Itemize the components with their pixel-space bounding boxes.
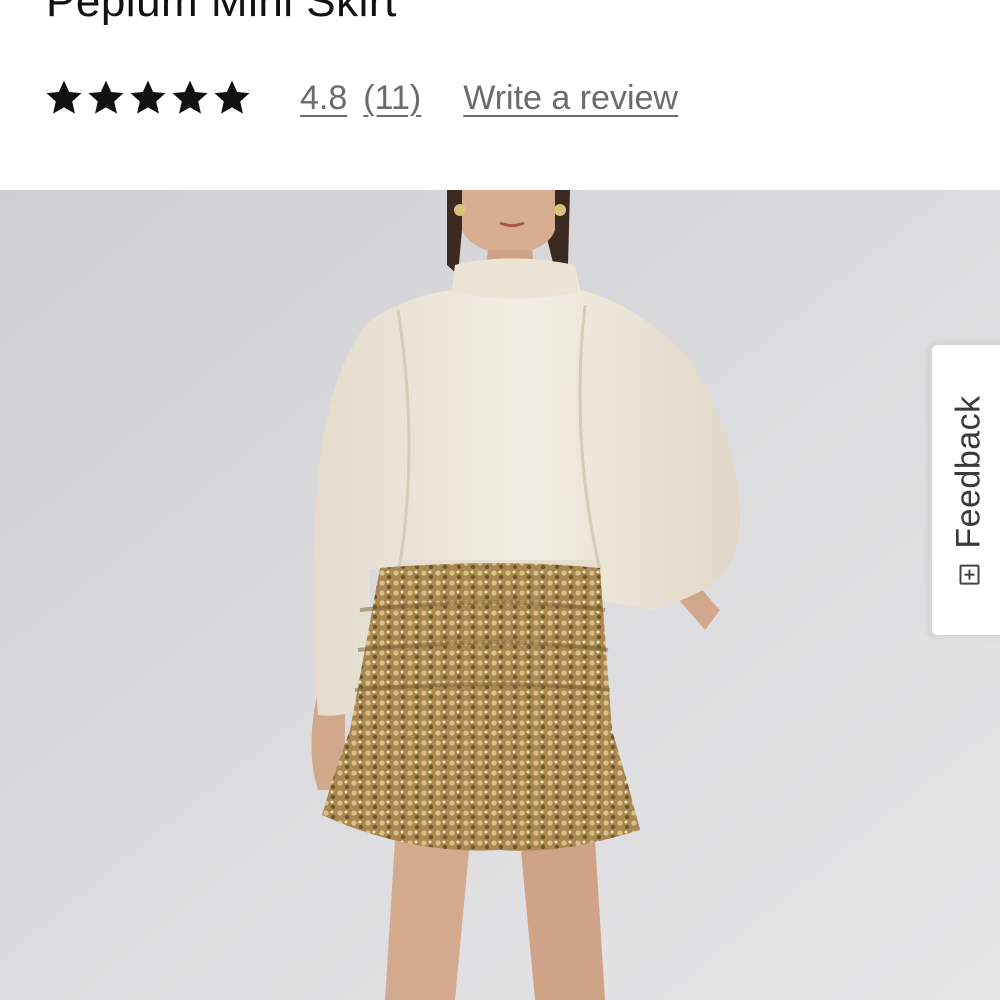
plus-box-icon: [959, 564, 979, 585]
rating-value-link[interactable]: 4.8: [300, 79, 347, 118]
star-rating: [44, 78, 254, 118]
review-count-link[interactable]: (11): [363, 79, 421, 118]
feedback-tab[interactable]: Feedback: [930, 343, 1000, 637]
product-title: Peplum Mini Skirt: [46, 0, 397, 26]
rating-row: 4.8 (11) Write a review: [44, 70, 678, 126]
write-review-link[interactable]: Write a review: [463, 79, 678, 118]
product-image[interactable]: [0, 190, 1000, 1000]
star-icon: [88, 80, 124, 114]
star-icon: [130, 80, 166, 114]
star-icon: [46, 80, 82, 114]
star-icon: [214, 80, 250, 114]
feedback-label: Feedback: [949, 395, 988, 549]
star-icon: [172, 80, 208, 114]
product-photo: [0, 190, 1000, 1000]
